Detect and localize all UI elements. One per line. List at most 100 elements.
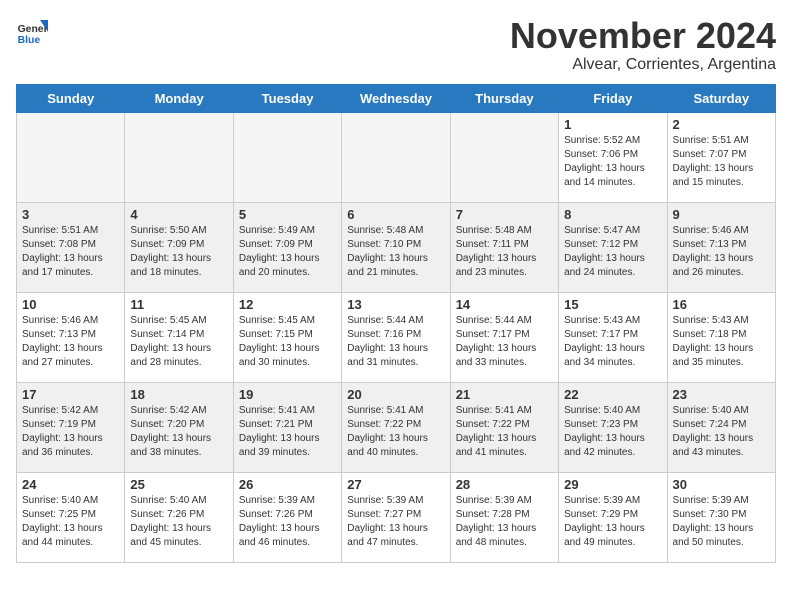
cell-info: Sunrise: 5:39 AM Sunset: 7:30 PM Dayligh…: [673, 494, 770, 550]
calendar-cell: 18 Sunrise: 5:42 AM Sunset: 7:20 PM Dayli…: [125, 382, 233, 472]
day-number: 13: [347, 297, 444, 312]
calendar-cell: 5 Sunrise: 5:49 AM Sunset: 7:09 PM Daylig…: [233, 202, 341, 292]
calendar-cell: 15Sunrise: 5:43 AM Sunset: 7:17 PM Dayli…: [559, 292, 667, 382]
calendar-cell: 21 Sunrise: 5:41 AM Sunset: 7:22 PM Dayli…: [450, 382, 558, 472]
calendar-cell: 30 Sunrise: 5:39 AM Sunset: 7:30 PM Dayli…: [667, 472, 775, 562]
cell-info: Sunrise: 5:50 AM Sunset: 7:09 PM Dayligh…: [130, 224, 227, 280]
calendar-cell: 25 Sunrise: 5:40 AM Sunset: 7:26 PM Dayli…: [125, 472, 233, 562]
day-number: 18: [130, 387, 227, 402]
day-number: 16: [673, 297, 770, 312]
header: General Blue November 2024 Alvear, Corri…: [16, 16, 776, 74]
cell-info: Sunrise: 5:40 AM Sunset: 7:23 PM Dayligh…: [564, 404, 661, 460]
svg-text:General: General: [18, 24, 48, 35]
calendar-cell: 8 Sunrise: 5:47 AM Sunset: 7:12 PM Daylig…: [559, 202, 667, 292]
cell-info: Sunrise: 5:51 AM Sunset: 7:08 PM Dayligh…: [22, 224, 119, 280]
cell-info: Sunrise: 5:41 AM Sunset: 7:21 PM Dayligh…: [239, 404, 336, 460]
calendar-cell: [17, 112, 125, 202]
calendar-cell: [125, 112, 233, 202]
day-number: 27: [347, 477, 444, 492]
day-number: 10: [22, 297, 119, 312]
calendar-cell: [450, 112, 558, 202]
cell-info: Sunrise: 5:40 AM Sunset: 7:26 PM Dayligh…: [130, 494, 227, 550]
calendar-cell: [342, 112, 450, 202]
cell-info: Sunrise: 5:52 AM Sunset: 7:06 PM Dayligh…: [564, 134, 661, 190]
calendar-subtitle: Alvear, Corrientes, Argentina: [510, 56, 776, 74]
day-number: 9: [673, 207, 770, 222]
calendar-cell: 17Sunrise: 5:42 AM Sunset: 7:19 PM Dayli…: [17, 382, 125, 472]
day-number: 12: [239, 297, 336, 312]
cell-info: Sunrise: 5:46 AM Sunset: 7:13 PM Dayligh…: [22, 314, 119, 370]
calendar-cell: 29 Sunrise: 5:39 AM Sunset: 7:29 PM Dayli…: [559, 472, 667, 562]
cell-info: Sunrise: 5:45 AM Sunset: 7:14 PM Dayligh…: [130, 314, 227, 370]
day-header-wednesday: Wednesday: [342, 84, 450, 112]
cell-info: Sunrise: 5:40 AM Sunset: 7:24 PM Dayligh…: [673, 404, 770, 460]
calendar-cell: 14 Sunrise: 5:44 AM Sunset: 7:17 PM Dayli…: [450, 292, 558, 382]
day-number: 6: [347, 207, 444, 222]
calendar-cell: 3 Sunrise: 5:51 AM Sunset: 7:08 PM Daylig…: [17, 202, 125, 292]
calendar-cell: 11 Sunrise: 5:45 AM Sunset: 7:14 PM Dayli…: [125, 292, 233, 382]
cell-info: Sunrise: 5:48 AM Sunset: 7:10 PM Dayligh…: [347, 224, 444, 280]
calendar-table: SundayMondayTuesdayWednesdayThursdayFrid…: [16, 84, 776, 563]
day-header-tuesday: Tuesday: [233, 84, 341, 112]
cell-info: Sunrise: 5:41 AM Sunset: 7:22 PM Dayligh…: [456, 404, 553, 460]
calendar-cell: 23 Sunrise: 5:40 AM Sunset: 7:24 PM Dayli…: [667, 382, 775, 472]
calendar-cell: 1 Sunrise: 5:52 AM Sunset: 7:06 PM Daylig…: [559, 112, 667, 202]
day-header-saturday: Saturday: [667, 84, 775, 112]
cell-info: Sunrise: 5:43 AM Sunset: 7:17 PM Dayligh…: [564, 314, 661, 370]
calendar-cell: 9 Sunrise: 5:46 AM Sunset: 7:13 PM Daylig…: [667, 202, 775, 292]
day-number: 21: [456, 387, 553, 402]
cell-info: Sunrise: 5:42 AM Sunset: 7:20 PM Dayligh…: [130, 404, 227, 460]
day-number: 20: [347, 387, 444, 402]
calendar-cell: 24Sunrise: 5:40 AM Sunset: 7:25 PM Dayli…: [17, 472, 125, 562]
day-number: 8: [564, 207, 661, 222]
title-area: November 2024 Alvear, Corrientes, Argent…: [510, 16, 776, 74]
logo: General Blue: [16, 16, 48, 48]
day-header-friday: Friday: [559, 84, 667, 112]
calendar-cell: 16 Sunrise: 5:43 AM Sunset: 7:18 PM Dayli…: [667, 292, 775, 382]
calendar-cell: 22 Sunrise: 5:40 AM Sunset: 7:23 PM Dayli…: [559, 382, 667, 472]
day-number: 28: [456, 477, 553, 492]
calendar-cell: 26 Sunrise: 5:39 AM Sunset: 7:26 PM Dayli…: [233, 472, 341, 562]
cell-info: Sunrise: 5:41 AM Sunset: 7:22 PM Dayligh…: [347, 404, 444, 460]
day-header-thursday: Thursday: [450, 84, 558, 112]
day-number: 3: [22, 207, 119, 222]
calendar-cell: 28Sunrise: 5:39 AM Sunset: 7:28 PM Dayli…: [450, 472, 558, 562]
calendar-cell: 19Sunrise: 5:41 AM Sunset: 7:21 PM Dayli…: [233, 382, 341, 472]
day-number: 5: [239, 207, 336, 222]
day-number: 23: [673, 387, 770, 402]
day-header-sunday: Sunday: [17, 84, 125, 112]
day-header-monday: Monday: [125, 84, 233, 112]
calendar-cell: 20 Sunrise: 5:41 AM Sunset: 7:22 PM Dayli…: [342, 382, 450, 472]
cell-info: Sunrise: 5:51 AM Sunset: 7:07 PM Dayligh…: [673, 134, 770, 190]
day-number: 22: [564, 387, 661, 402]
day-number: 7: [456, 207, 553, 222]
calendar-cell: 2 Sunrise: 5:51 AM Sunset: 7:07 PM Daylig…: [667, 112, 775, 202]
cell-info: Sunrise: 5:44 AM Sunset: 7:16 PM Dayligh…: [347, 314, 444, 370]
logo-icon: General Blue: [16, 16, 48, 48]
calendar-cell: 4 Sunrise: 5:50 AM Sunset: 7:09 PM Daylig…: [125, 202, 233, 292]
day-number: 30: [673, 477, 770, 492]
cell-info: Sunrise: 5:39 AM Sunset: 7:26 PM Dayligh…: [239, 494, 336, 550]
cell-info: Sunrise: 5:44 AM Sunset: 7:17 PM Dayligh…: [456, 314, 553, 370]
cell-info: Sunrise: 5:39 AM Sunset: 7:27 PM Dayligh…: [347, 494, 444, 550]
day-number: 29: [564, 477, 661, 492]
day-number: 14: [456, 297, 553, 312]
calendar-title: November 2024: [510, 16, 776, 56]
day-number: 26: [239, 477, 336, 492]
cell-info: Sunrise: 5:45 AM Sunset: 7:15 PM Dayligh…: [239, 314, 336, 370]
calendar-cell: 10 Sunrise: 5:46 AM Sunset: 7:13 PM Dayli…: [17, 292, 125, 382]
day-number: 2: [673, 117, 770, 132]
day-number: 4: [130, 207, 227, 222]
day-number: 11: [130, 297, 227, 312]
cell-info: Sunrise: 5:49 AM Sunset: 7:09 PM Dayligh…: [239, 224, 336, 280]
calendar-cell: 6 Sunrise: 5:48 AM Sunset: 7:10 PM Daylig…: [342, 202, 450, 292]
day-number: 25: [130, 477, 227, 492]
cell-info: Sunrise: 5:43 AM Sunset: 7:18 PM Dayligh…: [673, 314, 770, 370]
calendar-cell: 12 Sunrise: 5:45 AM Sunset: 7:15 PM Dayli…: [233, 292, 341, 382]
day-number: 1: [564, 117, 661, 132]
calendar-cell: 13 Sunrise: 5:44 AM Sunset: 7:16 PM Dayli…: [342, 292, 450, 382]
cell-info: Sunrise: 5:47 AM Sunset: 7:12 PM Dayligh…: [564, 224, 661, 280]
calendar-cell: [233, 112, 341, 202]
cell-info: Sunrise: 5:46 AM Sunset: 7:13 PM Dayligh…: [673, 224, 770, 280]
cell-info: Sunrise: 5:39 AM Sunset: 7:29 PM Dayligh…: [564, 494, 661, 550]
